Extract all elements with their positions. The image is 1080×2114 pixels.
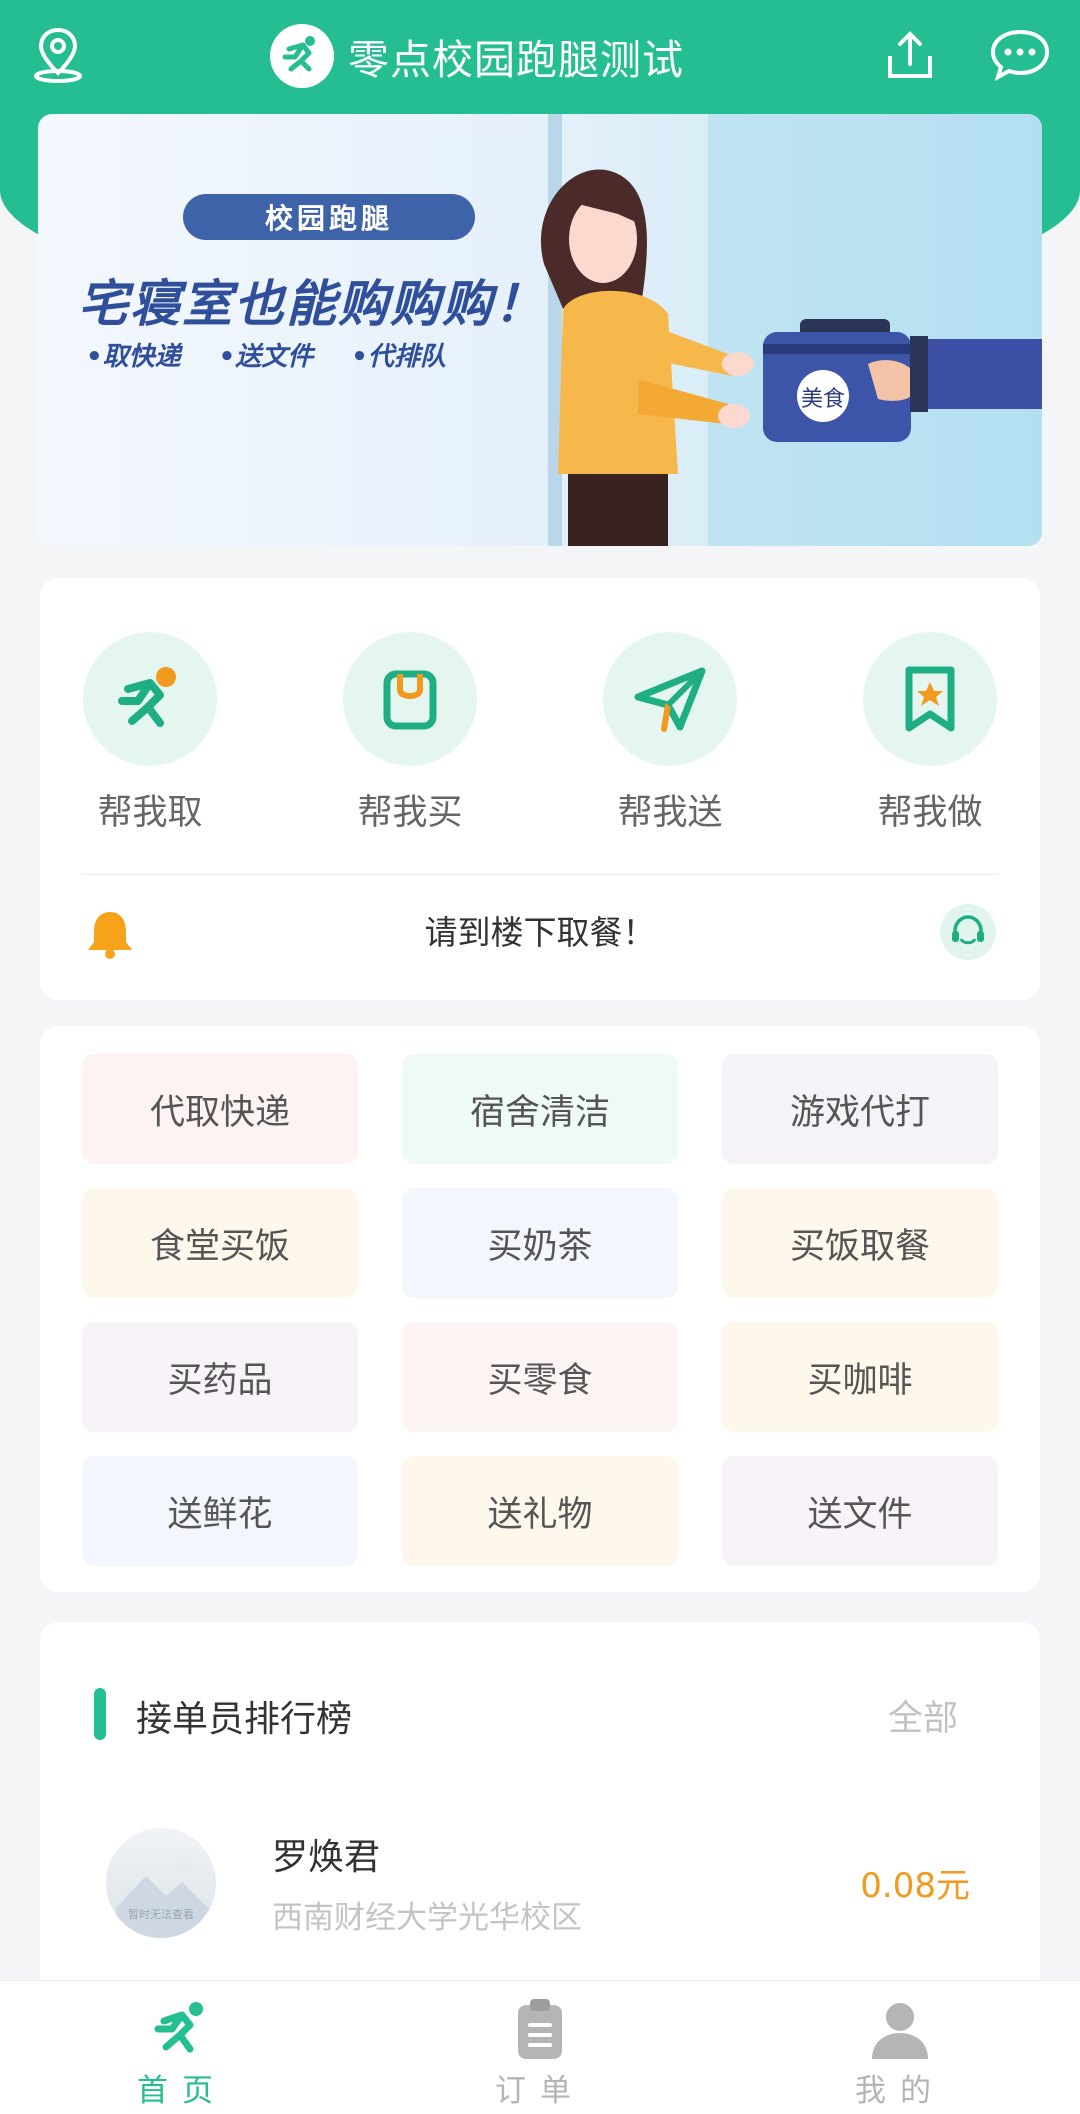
chat-icon[interactable] [988,22,1052,86]
star-bookmark-icon [863,632,997,766]
services-card: 帮我取 帮我买 帮我送 帮我做 请到楼下取餐！ [40,578,1040,1000]
banner-illustration: 美食 [540,114,1042,546]
shopping-bag-icon [343,632,477,766]
category-chip[interactable]: 送礼物 [402,1456,678,1566]
nav-profile[interactable]: 我的 [800,1981,1000,2114]
banner-tag: 校园跑腿 [183,194,475,240]
banner-bullet: •取快递 [86,342,181,372]
nav-home[interactable]: 首页 [82,1981,282,2114]
notice-text[interactable]: 请到楼下取餐！ [40,906,1040,954]
promo-banner[interactable]: 校园跑腿 宅寝室也能购购购！ •取快递 •送文件 •代排队 美食 [38,114,1042,546]
service-help-do[interactable]: 帮我做 [840,632,1020,835]
service-help-fetch[interactable]: 帮我取 [60,632,240,835]
service-label: 帮我买 [357,793,463,833]
location-icon[interactable] [26,22,90,86]
paper-plane-icon [603,632,737,766]
home-runner-icon [154,2002,203,2053]
runner-logo-icon [270,24,334,88]
category-chip[interactable]: 送文件 [722,1456,998,1566]
customer-service-icon[interactable] [940,904,996,960]
ranking-all-link[interactable]: 全部 [888,1690,958,1741]
category-grid-card: 代取快递 宿舍清洁 游戏代打 食堂买饭 买奶茶 买饭取餐 买药品 买零食 买咖啡… [40,1026,1040,1592]
app-title-group: 零点校园跑腿测试 [270,20,684,92]
service-label: 帮我取 [97,793,203,833]
divider [82,874,998,875]
banner-slogan: 宅寝室也能购购购！ [78,275,546,333]
runner-icon [83,632,217,766]
user-icon [872,2003,928,2059]
nav-label: 首页 [137,2073,227,2109]
category-chip[interactable]: 食堂买饭 [82,1188,358,1298]
section-accent-bar [94,1688,106,1740]
banner-bullet: •代排队 [351,342,446,372]
banner-bullets: •取快递 •送文件 •代排队 [86,336,446,373]
category-chip[interactable]: 买咖啡 [722,1322,998,1432]
category-chip[interactable]: 买饭取餐 [722,1188,998,1298]
avatar-caption: 暂时无法查看 [128,1908,194,1921]
category-chip[interactable]: 买奶茶 [402,1188,678,1298]
service-label: 帮我送 [617,793,723,833]
runner-school: 西南财经大学光华校区 [272,1900,582,1936]
nav-label: 订单 [495,2073,585,2109]
category-chip[interactable]: 宿舍清洁 [402,1054,678,1164]
banner-box-label: 美食 [801,387,845,412]
app-title: 零点校园跑腿测试 [348,36,684,84]
category-chip[interactable]: 游戏代打 [722,1054,998,1164]
category-chip[interactable]: 买零食 [402,1322,678,1432]
ranking-title: 接单员排行榜 [136,1699,353,1740]
top-bar: 零点校园跑腿测试 [0,0,1080,112]
category-chip[interactable]: 送鲜花 [82,1456,358,1566]
clipboard-icon [518,1999,562,2059]
service-label: 帮我做 [877,793,983,833]
category-chip[interactable]: 代取快递 [82,1054,358,1164]
share-icon[interactable] [878,22,942,86]
runner-name[interactable]: 罗焕君 [272,1828,380,1880]
service-help-buy[interactable]: 帮我买 [320,632,500,835]
avatar: 暂时无法查看 [106,1828,216,1938]
banner-bullet: •送文件 [218,342,314,372]
nav-label: 我的 [855,2073,945,2109]
runner-amount: 0.08元 [860,1866,970,1906]
nav-orders[interactable]: 订单 [440,1981,640,2114]
service-help-send[interactable]: 帮我送 [580,632,760,835]
bottom-navigation: 首页 订单 我的 [0,1980,1080,2114]
category-chip[interactable]: 买药品 [82,1322,358,1432]
